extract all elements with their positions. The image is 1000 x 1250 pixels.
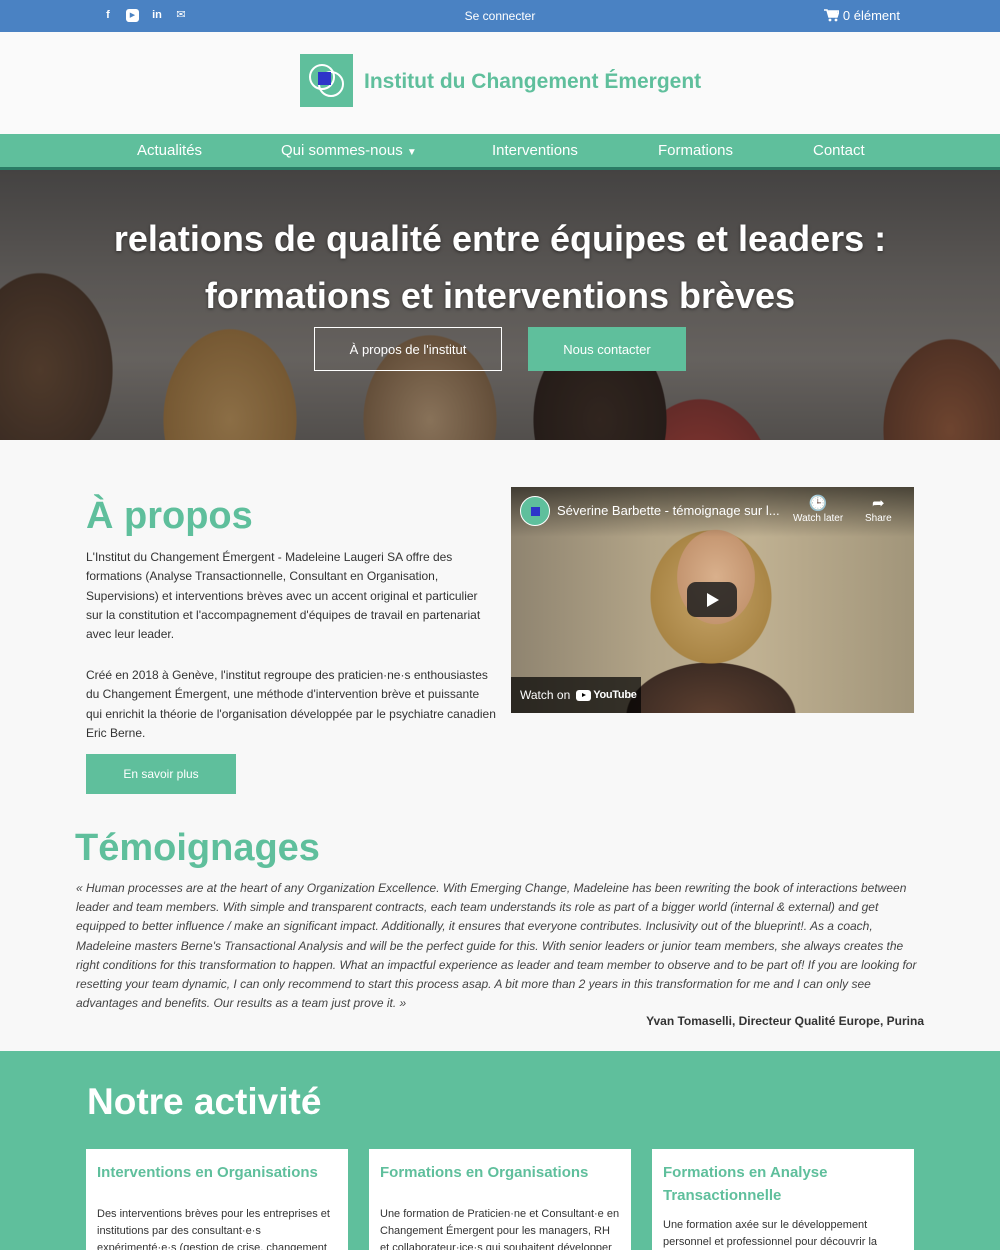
cart-link[interactable]: 0 élément — [823, 8, 900, 23]
card-title[interactable]: Formations en Organisations — [380, 1161, 620, 1184]
nav-item-label: Qui sommes-nous — [281, 142, 403, 159]
about-heading: À propos — [86, 495, 253, 537]
about-institute-button[interactable]: À propos de l'institut — [314, 327, 502, 371]
main-nav: Actualités Qui sommes-nous ▼ Interventio… — [0, 134, 1000, 170]
watch-on-label: Watch on — [520, 688, 571, 702]
caret-down-icon: ▼ — [406, 147, 417, 158]
nav-item-formations[interactable]: Formations — [658, 142, 733, 159]
site-header: Institut du Changement Émergent — [0, 32, 1000, 134]
activity-card[interactable]: Formations en Analyse Transactionnelle U… — [652, 1149, 914, 1250]
cart-icon — [823, 9, 839, 22]
watch-later-button[interactable]: 🕒 Watch later — [793, 495, 843, 524]
card-description: Des interventions brèves pour les entrep… — [97, 1208, 330, 1250]
hero-banner: relations de qualité entre équipes et le… — [0, 170, 1000, 440]
card-title[interactable]: Interventions en Organisations — [97, 1161, 337, 1184]
nav-item-contact[interactable]: Contact — [813, 142, 865, 159]
channel-avatar[interactable] — [520, 496, 550, 526]
contact-us-button[interactable]: Nous contacter — [528, 327, 686, 371]
card-description: Une formation de Praticien·ne et Consult… — [380, 1208, 620, 1250]
clock-icon: 🕒 — [808, 495, 828, 512]
card-title[interactable]: Formations en Analyse Transactionnelle — [663, 1161, 843, 1207]
hero-heading-line-2: formations et interventions brèves — [204, 275, 796, 316]
activity-card[interactable]: Formations en Organisations Une formatio… — [369, 1149, 631, 1250]
activity-card[interactable]: Interventions en Organisations Des inter… — [86, 1149, 348, 1250]
activity-heading: Notre activité — [87, 1081, 322, 1122]
nav-item-actualites[interactable]: Actualités — [137, 142, 202, 159]
nav-item-interventions[interactable]: Interventions — [492, 142, 578, 159]
youtube-logo-icon: YouTube — [576, 689, 637, 701]
share-icon: ➦ — [872, 495, 885, 512]
share-label: Share — [865, 513, 892, 524]
learn-more-button[interactable]: En savoir plus — [86, 754, 236, 794]
cart-label: 0 élément — [842, 8, 900, 23]
activity-section: Notre activité Interventions en Organisa… — [0, 1051, 1000, 1250]
site-title[interactable]: Institut du Changement Émergent — [364, 70, 701, 94]
card-description: Une formation axée sur le développement … — [663, 1219, 878, 1248]
hero-heading-line-1: relations de qualité entre équipes et le… — [113, 218, 887, 259]
testimonials-heading: Témoignages — [75, 827, 320, 869]
about-paragraph-2: Créé en 2018 à Genève, l'institut regrou… — [86, 668, 496, 740]
share-button[interactable]: ➦ Share — [865, 495, 892, 524]
video-title[interactable]: Séverine Barbette - témoignage sur l... — [557, 503, 780, 518]
watch-on-youtube-button[interactable]: Watch on YouTube — [511, 677, 641, 713]
about-paragraph-1: L'Institut du Changement Émergent - Made… — [86, 550, 481, 642]
play-button[interactable] — [687, 582, 737, 617]
top-bar: f ▶ in ✉ Se connecter 0 élément — [0, 0, 1000, 32]
watch-later-label: Watch later — [793, 513, 844, 524]
testimonial-author: Yvan Tomaselli, Directeur Qualité Europe… — [646, 1014, 924, 1028]
youtube-logo-text: YouTube — [593, 689, 637, 701]
testimonial-quote: « Human processes are at the heart of an… — [76, 881, 917, 1011]
youtube-video-embed[interactable]: Séverine Barbette - témoignage sur l... … — [511, 487, 914, 713]
nav-item-qui-sommes-nous[interactable]: Qui sommes-nous ▼ — [281, 142, 417, 159]
logo[interactable] — [300, 54, 353, 107]
